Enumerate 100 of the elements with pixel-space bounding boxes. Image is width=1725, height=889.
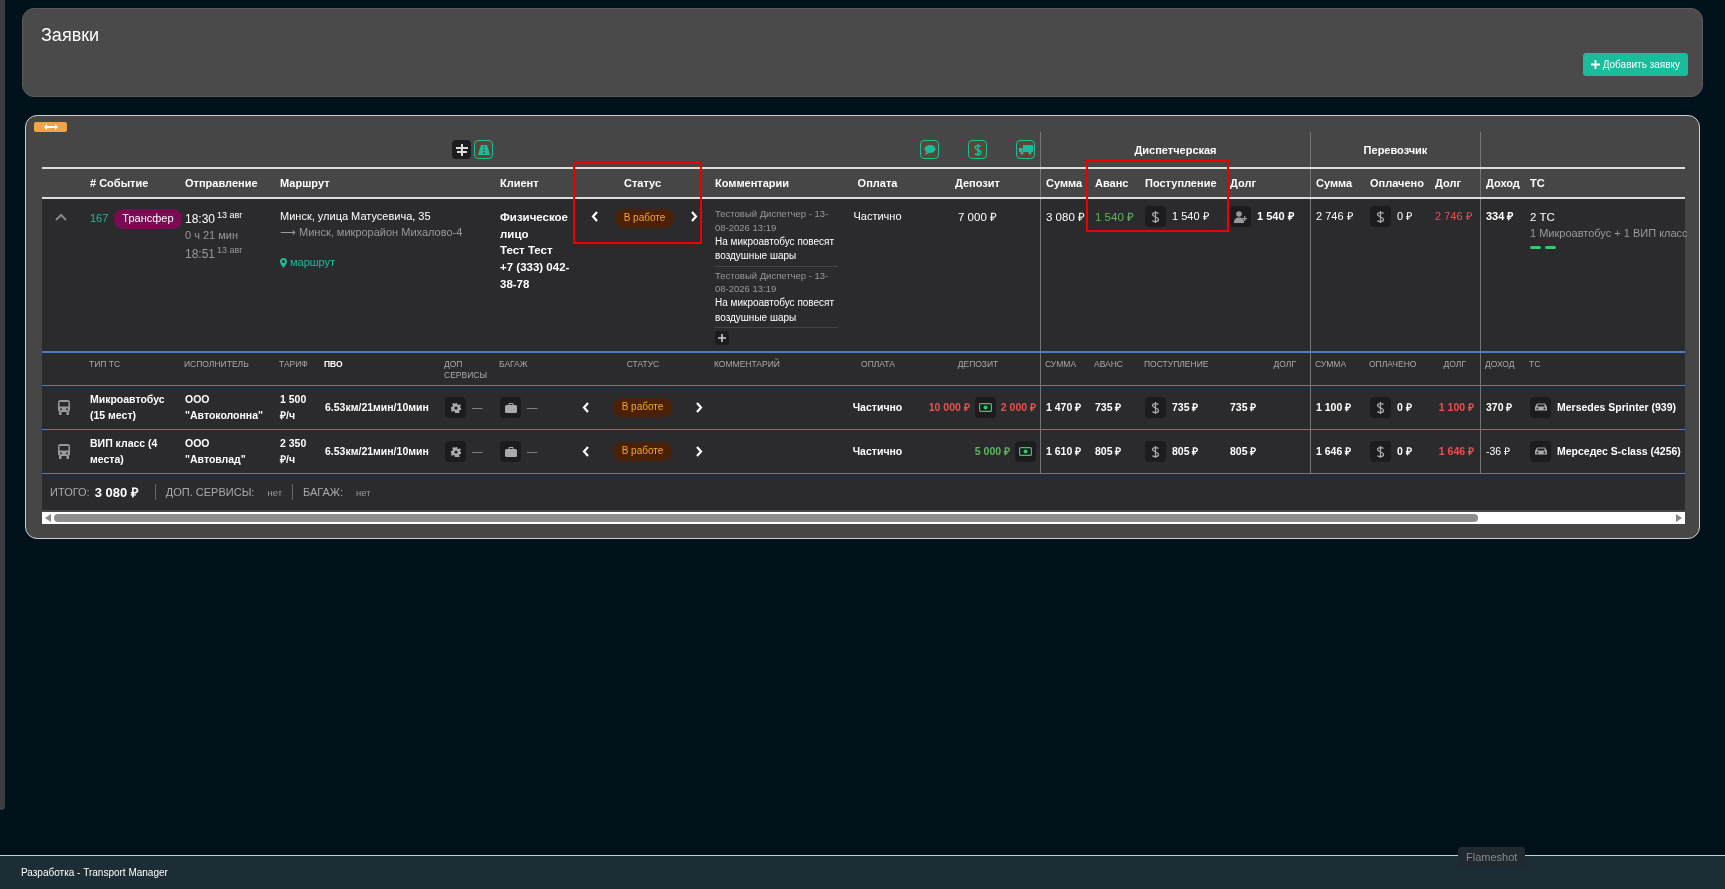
subcolumn-header[interactable]: ТИП ТС bbox=[89, 359, 177, 370]
subcolumn-header[interactable]: СТАТУС bbox=[579, 359, 707, 370]
subcolumn-header[interactable]: БАГАЖ bbox=[499, 359, 572, 370]
horizontal-scrollbar[interactable] bbox=[42, 512, 1685, 525]
column-header: Оплата bbox=[857, 177, 898, 189]
dollar-icon-button[interactable] bbox=[1145, 206, 1166, 227]
arrival-date: 13 авг bbox=[217, 245, 243, 256]
bus-icon bbox=[57, 444, 70, 460]
arrival-time: 18:51 bbox=[185, 247, 216, 262]
column-header: Статус bbox=[623, 177, 662, 189]
dollar-icon bbox=[1376, 209, 1385, 224]
column-header: ТС bbox=[1530, 177, 1545, 189]
client-phone: +7 (333) 042-38-78 bbox=[500, 261, 570, 290]
carrier-sum: 1 100 ₽ bbox=[1316, 399, 1353, 415]
double-arrow-icon bbox=[43, 124, 58, 130]
comment-text: На микроавтобус повесят воздушные шары bbox=[715, 235, 835, 262]
chevron-left-icon bbox=[582, 402, 589, 414]
truck-icon bbox=[1018, 144, 1033, 155]
dispatch-sum: 3 080 ₽ bbox=[1046, 211, 1085, 223]
route-from: Минск, улица Матусевича, 35 bbox=[280, 210, 431, 222]
baggage-value: — bbox=[527, 443, 538, 459]
scroll-right-icon[interactable] bbox=[1676, 514, 1682, 523]
comment-text: На микроавтобус повесят воздушные шары bbox=[715, 297, 835, 323]
settings-icon-button[interactable] bbox=[445, 441, 466, 463]
car-icon bbox=[1533, 447, 1548, 457]
dollar-icon-button[interactable] bbox=[1145, 441, 1166, 463]
dollar-icon-button[interactable] bbox=[968, 140, 987, 159]
subcolumn-header[interactable]: СУММА bbox=[1045, 359, 1087, 370]
subcolumn-header[interactable]: ПВО bbox=[324, 359, 437, 370]
cash-icon-button[interactable] bbox=[974, 397, 996, 419]
subcolumn-header[interactable]: ТАРИФ bbox=[279, 359, 317, 370]
chevron-left-icon bbox=[591, 211, 598, 222]
tariff: 2 350 ₽/ч bbox=[280, 436, 308, 467]
client-type: Физическое лицо bbox=[500, 211, 568, 240]
column-header: Комментарии bbox=[715, 177, 790, 189]
subcolumn-header[interactable]: ПОСТУПЛЕНИЕ bbox=[1144, 359, 1222, 370]
subcolumn-header[interactable]: ДОЛГ bbox=[1229, 359, 1296, 370]
duration: 0 ч 21 мин bbox=[185, 229, 239, 242]
dispatch-income: 1 540 ₽ bbox=[1172, 209, 1209, 224]
dollar-icon-button[interactable] bbox=[1370, 441, 1391, 463]
vehicle-type: Микроавтобус (15 мест) bbox=[90, 392, 166, 423]
vehicle-summary: 1 Микроавтобус + 1 ВИП класс bbox=[1530, 226, 1688, 239]
executor-name: ООО "Автовлад" bbox=[185, 436, 247, 467]
speech-bubble-icon bbox=[923, 143, 936, 156]
baggage-icon-button[interactable] bbox=[500, 441, 521, 463]
bus-icon bbox=[57, 400, 70, 416]
comment-icon-button[interactable] bbox=[920, 140, 939, 159]
subcolumn-header[interactable]: ОПЛАТА bbox=[844, 359, 912, 370]
subcolumn-header[interactable]: СУММА bbox=[1315, 359, 1362, 370]
column-header: Сумма bbox=[1046, 177, 1083, 189]
chevron-right-icon bbox=[696, 446, 703, 458]
client-name: Тест Тест bbox=[500, 244, 553, 257]
suitcase-icon bbox=[504, 446, 517, 457]
previous-status-button[interactable] bbox=[589, 209, 600, 224]
add-user-icon-button[interactable] bbox=[1230, 206, 1251, 227]
subcolumn-header[interactable]: КОММЕНТАРИЙ bbox=[714, 359, 837, 370]
subcolumn-header[interactable]: ДОП СЕРВИСЫ bbox=[444, 359, 492, 381]
car-icon-button[interactable] bbox=[1530, 441, 1551, 463]
executor-name: ООО "Автоколонна" bbox=[185, 392, 264, 423]
dollar-icon-button[interactable] bbox=[1370, 206, 1391, 227]
carrier-sum: 2 746 ₽ bbox=[1316, 210, 1353, 222]
subcolumn-header[interactable]: ДОЛГ bbox=[1434, 359, 1466, 370]
route-link[interactable]: маршрут bbox=[280, 254, 336, 271]
dollar-icon-button[interactable] bbox=[1370, 397, 1391, 419]
suitcase-icon bbox=[504, 402, 517, 413]
dispatch-debt: 1 540 ₽ bbox=[1257, 209, 1294, 224]
plus-icon bbox=[1590, 60, 1600, 69]
payment-status: Частично bbox=[852, 443, 903, 459]
subcolumn-header[interactable]: ДОХОД bbox=[1485, 359, 1522, 370]
carrier-debt: 1 646 ₽ bbox=[1438, 443, 1474, 459]
chevron-left-icon bbox=[582, 446, 589, 458]
column-header: Долг bbox=[1435, 177, 1461, 189]
column-header: Депозит bbox=[955, 177, 1000, 189]
filter-icon-button[interactable] bbox=[452, 140, 471, 159]
profit: -36 ₽ bbox=[1486, 443, 1512, 459]
subcolumn-header[interactable]: ОПЛАЧЕНО bbox=[1369, 359, 1427, 370]
add-user-icon bbox=[1233, 210, 1248, 223]
subcolumn-header[interactable]: ТС bbox=[1529, 359, 1682, 370]
carrier-paid: 0 ₽ bbox=[1397, 443, 1412, 459]
column-header: Долг bbox=[1230, 177, 1256, 189]
baggage-icon-button[interactable] bbox=[500, 397, 521, 419]
next-status-button[interactable] bbox=[689, 209, 700, 224]
carrier-debt: 1 100 ₽ bbox=[1438, 399, 1474, 415]
gear-icon bbox=[450, 402, 461, 413]
expand-width-button[interactable] bbox=[34, 122, 67, 132]
settings-icon-button[interactable] bbox=[445, 397, 466, 419]
subcolumn-header[interactable]: ИСПОЛНИТЕЛЬ bbox=[184, 359, 272, 370]
car-icon-button[interactable] bbox=[1530, 397, 1551, 419]
gear-icon bbox=[450, 446, 461, 457]
scroll-left-icon[interactable] bbox=[45, 514, 51, 523]
cash-icon-button[interactable] bbox=[1015, 441, 1036, 463]
subcolumn-header[interactable]: АВАНС bbox=[1094, 359, 1137, 370]
profit: 334 ₽ bbox=[1486, 210, 1514, 222]
truck-icon-button[interactable] bbox=[1016, 140, 1035, 159]
subcolumn-header[interactable]: ДЕПОЗИТ bbox=[919, 359, 1037, 370]
vehicle-type: ВИП класс (4 места) bbox=[90, 436, 159, 467]
banknote-icon bbox=[978, 403, 992, 413]
road-icon-button[interactable] bbox=[474, 140, 493, 159]
dollar-icon-button[interactable] bbox=[1145, 397, 1166, 419]
add-comment-button[interactable] bbox=[715, 331, 729, 346]
